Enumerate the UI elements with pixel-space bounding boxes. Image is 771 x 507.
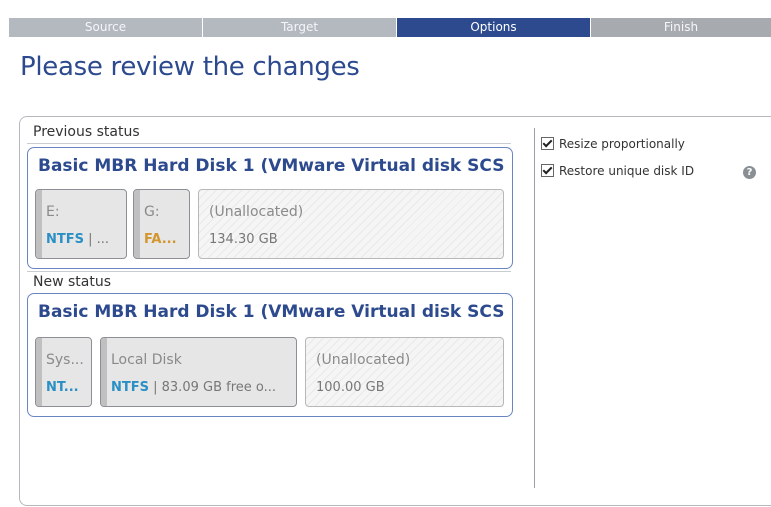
- partition-local-disk[interactable]: Local Disk NTFS | 83.09 GB free o...: [100, 337, 297, 407]
- help-icon[interactable]: ?: [743, 166, 756, 179]
- step-target: Target: [203, 18, 396, 37]
- restore-disk-id-option[interactable]: Restore unique disk ID: [541, 164, 694, 178]
- partition-unallocated[interactable]: (Unallocated) 100.00 GB: [305, 337, 504, 407]
- resize-proportionally-option[interactable]: Resize proportionally: [541, 137, 685, 151]
- step-finish: Finish: [591, 18, 771, 37]
- resize-proportionally-checkbox[interactable]: [541, 137, 554, 150]
- previous-status-label: Previous status: [33, 124, 140, 140]
- partition-e[interactable]: E: NTFS | ...: [35, 189, 127, 259]
- previous-disk-card: Basic MBR Hard Disk 1 (VMware Virtual di…: [27, 147, 513, 269]
- partition-usage-bar: [36, 338, 42, 406]
- partition-name: (Unallocated): [316, 352, 411, 368]
- resize-proportionally-label: Resize proportionally: [559, 137, 685, 151]
- partition-size: 100.00 GB: [316, 380, 385, 395]
- new-disk-title: Basic MBR Hard Disk 1 (VMware Virtual di…: [38, 302, 504, 322]
- step-options: Options: [397, 18, 590, 37]
- new-status-rule-top: [27, 271, 511, 272]
- partition-name: Local Disk: [111, 352, 182, 368]
- partition-name: G:: [144, 204, 160, 220]
- partition-system[interactable]: Sys... NT...: [35, 337, 92, 407]
- partition-g[interactable]: G: FA...: [133, 189, 190, 259]
- partition-name: Sys...: [46, 352, 84, 368]
- partition-usage-bar: [101, 338, 107, 406]
- partition-fs: NTFS | ...: [46, 232, 110, 247]
- new-disk-card: Basic MBR Hard Disk 1 (VMware Virtual di…: [27, 293, 513, 417]
- previous-disk-title: Basic MBR Hard Disk 1 (VMware Virtual di…: [38, 156, 504, 176]
- step-source: Source: [9, 18, 202, 37]
- partition-size: 134.30 GB: [209, 232, 278, 247]
- partition-name: (Unallocated): [209, 204, 304, 220]
- partition-fs: FA...: [144, 232, 177, 247]
- previous-status-rule: [27, 143, 511, 144]
- page-title: Please review the changes: [20, 52, 360, 82]
- partition-usage-bar: [134, 190, 140, 258]
- partition-fs: NT...: [46, 380, 79, 395]
- panel-divider: [534, 128, 535, 488]
- partition-unallocated[interactable]: (Unallocated) 134.30 GB: [198, 189, 504, 259]
- restore-disk-id-label: Restore unique disk ID: [559, 164, 695, 178]
- partition-usage-bar: [36, 190, 42, 258]
- new-status-label: New status: [33, 274, 112, 290]
- restore-disk-id-checkbox[interactable]: [541, 164, 554, 177]
- partition-name: E:: [46, 204, 60, 220]
- partition-fs: NTFS | 83.09 GB free o...: [111, 380, 277, 395]
